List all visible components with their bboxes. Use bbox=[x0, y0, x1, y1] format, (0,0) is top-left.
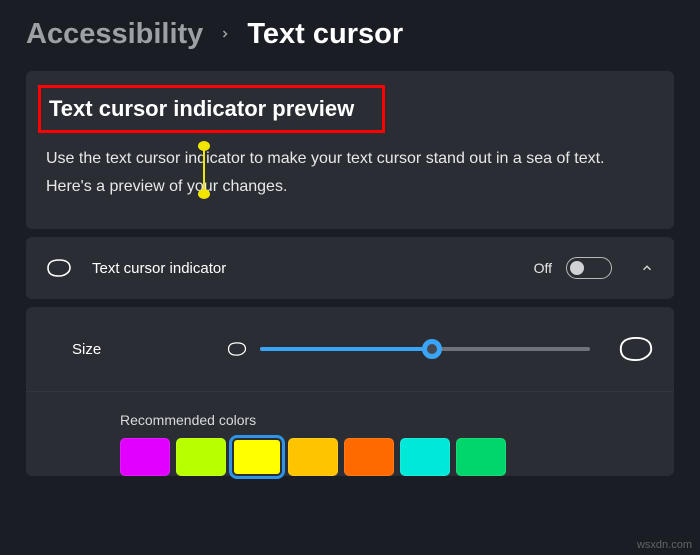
color-swatch-aqua[interactable] bbox=[400, 438, 450, 476]
color-swatch-lime[interactable] bbox=[176, 438, 226, 476]
cursor-outline-icon bbox=[46, 257, 72, 279]
preview-title: Text cursor indicator preview bbox=[38, 85, 385, 133]
size-max-icon bbox=[618, 335, 654, 363]
breadcrumb: Accessibility Text cursor bbox=[0, 8, 700, 71]
color-swatch-magenta[interactable] bbox=[120, 438, 170, 476]
size-row: Size bbox=[26, 311, 674, 392]
indicator-state-label: Off bbox=[534, 260, 552, 276]
preview-body-text: Use the text cursor indicator to make yo… bbox=[46, 145, 654, 201]
breadcrumb-parent[interactable]: Accessibility bbox=[26, 18, 203, 51]
slider-thumb[interactable] bbox=[422, 339, 442, 359]
color-swatch-orange[interactable] bbox=[344, 438, 394, 476]
size-min-icon bbox=[226, 341, 248, 357]
color-swatch-green[interactable] bbox=[456, 438, 506, 476]
color-swatches bbox=[120, 438, 654, 476]
preview-body-span: Use the text cursor indicator to make yo… bbox=[46, 150, 604, 195]
chevron-right-icon bbox=[219, 23, 231, 46]
colors-label: Recommended colors bbox=[120, 412, 654, 428]
preview-card: Text cursor indicator preview Use the te… bbox=[26, 71, 674, 229]
chevron-up-icon[interactable] bbox=[640, 261, 654, 275]
toggle-knob bbox=[570, 261, 584, 275]
slider-fill bbox=[260, 347, 432, 351]
colors-row: Recommended colors bbox=[26, 392, 674, 476]
indicator-label: Text cursor indicator bbox=[92, 260, 534, 277]
size-label: Size bbox=[72, 341, 226, 358]
color-swatch-yellow[interactable] bbox=[232, 438, 282, 476]
indicator-toggle-row[interactable]: Text cursor indicator Off bbox=[26, 237, 674, 299]
size-colors-card: Size Recommended colors bbox=[26, 307, 674, 476]
watermark: wsxdn.com bbox=[637, 539, 692, 551]
indicator-toggle[interactable] bbox=[566, 257, 612, 279]
breadcrumb-current: Text cursor bbox=[247, 18, 403, 51]
color-swatch-gold[interactable] bbox=[288, 438, 338, 476]
size-slider[interactable] bbox=[260, 337, 590, 361]
